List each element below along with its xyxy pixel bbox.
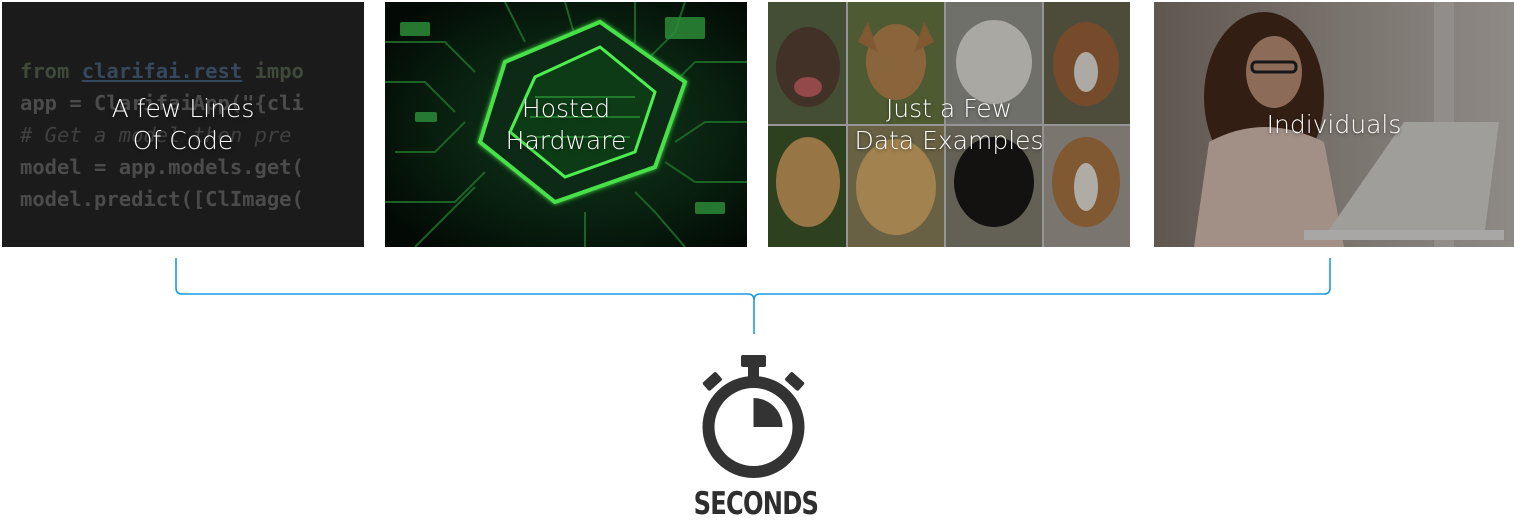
card-individuals: Individuals — [1154, 2, 1514, 247]
caption-line: Hardware — [505, 125, 627, 155]
card-hosted-hardware: Hosted Hardware — [385, 2, 747, 247]
caption-line: Hosted — [521, 93, 611, 123]
code-line: from clarifai.rest impo — [20, 59, 304, 83]
card-caption: Individuals — [1154, 109, 1514, 141]
card-caption: A few Lines Of Code — [2, 93, 364, 157]
code-module: clarifai.rest — [81, 59, 243, 83]
caption-line: Of Code — [132, 125, 234, 155]
code-keyword: from — [20, 59, 70, 83]
caption-line: Just a Few — [885, 93, 1013, 123]
card-caption: Just a Few Data Examples — [768, 93, 1130, 157]
stopwatch-icon — [702, 355, 805, 478]
caption-line: Data Examples — [854, 125, 1044, 155]
card-caption: Hosted Hardware — [385, 93, 747, 157]
code-line: model = app.models.get( — [20, 155, 304, 179]
card-data-examples: Just a Few Data Examples — [768, 2, 1130, 247]
caption-line: A few Lines — [111, 93, 255, 123]
caption-line: Individuals — [1266, 109, 1402, 139]
code-line: model.predict([ClImage( — [20, 187, 304, 211]
code-keyword: impo — [254, 59, 304, 83]
grouping-bracket — [175, 258, 1331, 334]
card-lines-of-code: from clarifai.rest impo app = ClarifaiAp… — [2, 2, 364, 247]
seconds-label: SECONDS — [693, 486, 819, 522]
